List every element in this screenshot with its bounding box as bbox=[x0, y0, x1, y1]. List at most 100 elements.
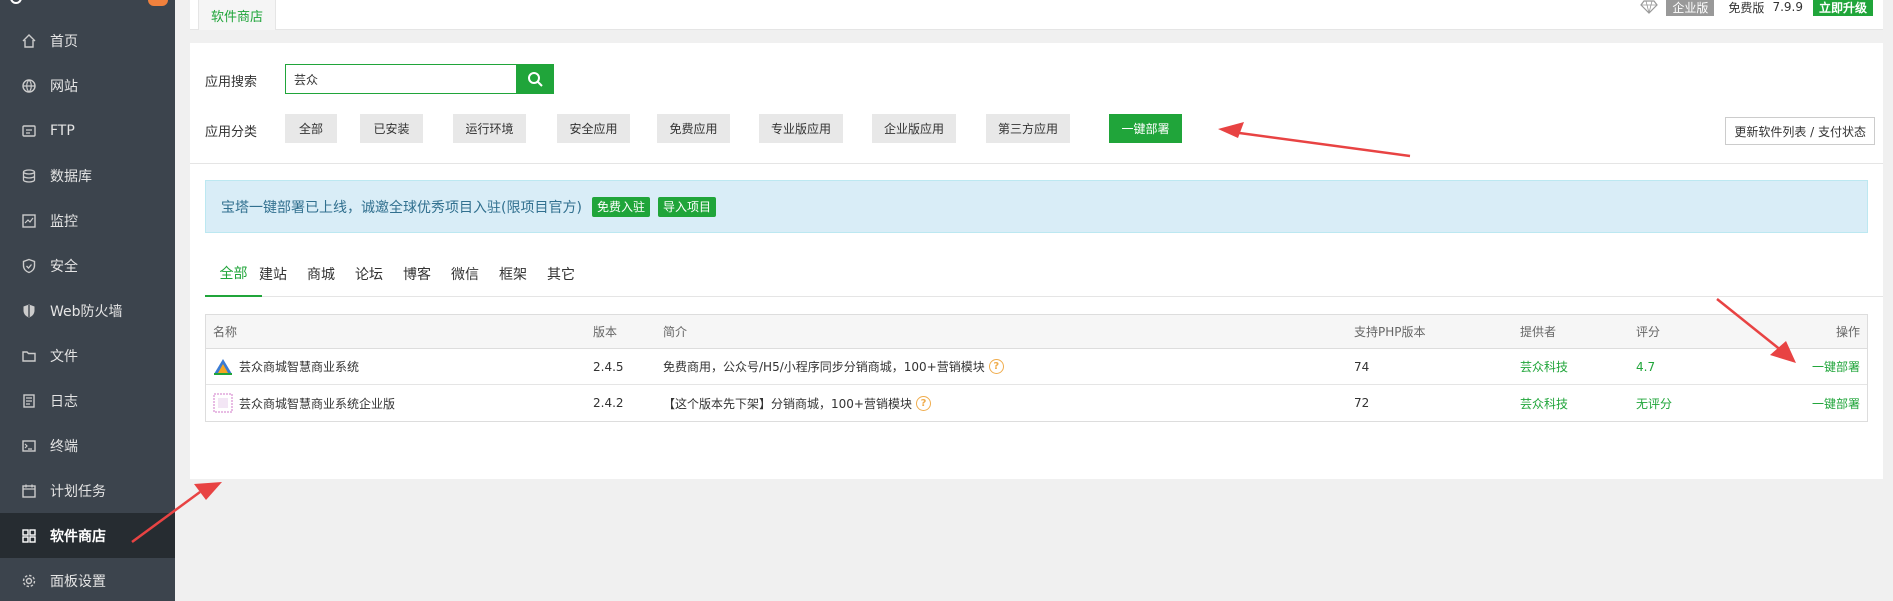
globe-icon bbox=[20, 77, 38, 95]
divider bbox=[190, 163, 1883, 164]
header-desc: 简介 bbox=[663, 325, 688, 339]
header-provider: 提供者 bbox=[1520, 325, 1557, 339]
gear-icon bbox=[20, 572, 38, 590]
sidebar-item-label: FTP bbox=[50, 122, 75, 139]
version-name: 免费版 bbox=[1728, 0, 1765, 15]
sidebar-item-2[interactable]: FTP bbox=[0, 108, 175, 153]
app-table: 名称 版本 简介 支持PHP版本 提供者 评分 操作 芸众商城智慧商业系统 2.4… bbox=[205, 314, 1868, 422]
sidebar-item-label: 终端 bbox=[50, 438, 78, 455]
app-logo-icon bbox=[213, 393, 233, 413]
tab-4[interactable]: 博客 bbox=[397, 251, 437, 297]
sidebar-item-label: 文件 bbox=[50, 348, 78, 365]
sidebar-item-label: 首页 bbox=[50, 33, 78, 50]
category-button-7[interactable]: 第三方应用 bbox=[986, 114, 1070, 143]
sidebar-item-12[interactable]: 面板设置 bbox=[0, 558, 175, 601]
update-list-button[interactable]: 更新软件列表 / 支付状态 bbox=[1725, 117, 1875, 145]
search-label: 应用搜索 bbox=[205, 75, 258, 90]
tab-1[interactable]: 建站 bbox=[253, 251, 293, 297]
category-button-1[interactable]: 已安装 bbox=[360, 114, 423, 143]
sidebar-item-0[interactable]: 首页 bbox=[0, 18, 175, 63]
category-button-3[interactable]: 安全应用 bbox=[557, 114, 630, 143]
header-version: 版本 bbox=[593, 325, 618, 339]
sidebar-item-label: 监控 bbox=[50, 213, 78, 230]
sidebar-item-1[interactable]: 网站 bbox=[0, 63, 175, 108]
app-logo-icon bbox=[213, 357, 233, 377]
category-button-6[interactable]: 企业版应用 bbox=[872, 114, 956, 143]
header-action: 操作 bbox=[1835, 325, 1860, 339]
sidebar-item-label: 软件商店 bbox=[50, 528, 106, 545]
tab-2[interactable]: 商城 bbox=[301, 251, 341, 297]
ftp-icon bbox=[20, 122, 38, 140]
table-row: 芸众商城智慧商业系统 2.4.5 免费商用，公众号/H5/小程序同步分销商城，100… bbox=[206, 349, 1867, 385]
app-provider-link[interactable]: 芸众科技 bbox=[1520, 349, 1568, 384]
sidebar-item-5[interactable]: 安全 bbox=[0, 243, 175, 288]
category-tabs: 全部 建站 商城 论坛 博客 微信 框架 其它 bbox=[205, 251, 1883, 297]
database-icon bbox=[20, 167, 38, 185]
tab-5[interactable]: 微信 bbox=[445, 251, 485, 297]
category-label: 应用分类 bbox=[205, 125, 258, 140]
sidebar-item-9[interactable]: 终端 bbox=[0, 423, 175, 468]
log-icon bbox=[20, 392, 38, 410]
monitor-icon bbox=[20, 212, 38, 230]
table-row: 芸众商城智慧商业系统企业版 2.4.2 【这个版本先下架】分销商城，100+营销模块… bbox=[206, 385, 1867, 421]
search-button[interactable] bbox=[516, 64, 554, 94]
app-name: 芸众商城智慧商业系统 bbox=[239, 360, 360, 374]
header-score: 评分 bbox=[1636, 325, 1661, 339]
table-header: 名称 版本 简介 支持PHP版本 提供者 评分 操作 bbox=[206, 315, 1867, 349]
category-button-4[interactable]: 免费应用 bbox=[657, 114, 730, 143]
home-icon bbox=[20, 32, 38, 50]
search-icon bbox=[528, 72, 543, 87]
version-number[interactable]: 7.9.9 bbox=[1772, 0, 1803, 14]
terminal-icon bbox=[20, 437, 38, 455]
notice-banner: 宝塔一键部署已上线，诚邀全球优秀项目入驻(限项目官方) 免费入驻 导入项目 bbox=[205, 180, 1868, 233]
help-icon[interactable]: ? bbox=[988, 359, 1004, 374]
shield-icon bbox=[20, 257, 38, 275]
annotation-arrow-deploy bbox=[1716, 298, 1796, 363]
app-desc: 【这个版本先下架】分销商城，100+营销模块 bbox=[663, 396, 912, 411]
app-score[interactable]: 4.7 bbox=[1636, 349, 1655, 384]
upgrade-button[interactable]: 立即升级 bbox=[1812, 0, 1873, 16]
category-button-0[interactable]: 全部 bbox=[285, 114, 337, 143]
category-button-8[interactable]: 一键部署 bbox=[1109, 114, 1182, 143]
version-info: 企业版 免费版 7.9.9 立即升级 bbox=[1640, 0, 1873, 17]
app-provider-link[interactable]: 芸众科技 bbox=[1520, 385, 1568, 421]
import-project-button[interactable]: 导入项目 bbox=[657, 196, 716, 217]
sidebar-item-label: 安全 bbox=[50, 258, 78, 275]
sidebar-item-label: Web防火墙 bbox=[50, 303, 123, 320]
tab-6[interactable]: 框架 bbox=[493, 251, 533, 297]
sidebar-item-label: 日志 bbox=[50, 393, 78, 410]
annotation-arrow-category bbox=[1218, 122, 1411, 158]
app-php-version: 72 bbox=[1354, 396, 1370, 410]
sidebar-item-label: 数据库 bbox=[50, 168, 92, 185]
edition-badge[interactable]: 企业版 bbox=[1666, 0, 1715, 16]
sidebar-logo bbox=[0, 0, 175, 14]
app-version: 2.4.2 bbox=[593, 396, 624, 410]
main-panel: 应用搜索 应用分类 全部已安装 运行环境 安全应用免费应用专业版应用企业版应用 第三方… bbox=[190, 43, 1883, 479]
app-php-version: 74 bbox=[1354, 359, 1370, 374]
help-icon[interactable]: ? bbox=[915, 395, 931, 411]
notification-badge[interactable] bbox=[148, 0, 168, 6]
calendar-icon bbox=[20, 482, 38, 500]
free-join-button[interactable]: 免费入驻 bbox=[591, 196, 650, 217]
sidebar-item-3[interactable]: 数据库 bbox=[0, 153, 175, 198]
sidebar-item-7[interactable]: 文件 bbox=[0, 333, 175, 378]
one-click-deploy-button[interactable]: 一键部署 bbox=[1812, 385, 1860, 421]
tab-3[interactable]: 论坛 bbox=[349, 251, 389, 297]
tab-7[interactable]: 其它 bbox=[541, 251, 581, 297]
notice-text: 宝塔一键部署已上线，诚邀全球优秀项目入驻(限项目官方) bbox=[221, 199, 582, 216]
category-button-2[interactable]: 运行环境 bbox=[453, 114, 526, 143]
one-click-deploy-button[interactable]: 一键部署 bbox=[1812, 349, 1860, 384]
sidebar-item-6[interactable]: Web防火墙 bbox=[0, 288, 175, 333]
app-desc: 免费商用，公众号/H5/小程序同步分销商城，100+营销模块 bbox=[663, 360, 985, 374]
category-button-5[interactable]: 专业版应用 bbox=[759, 114, 843, 143]
sidebar-item-4[interactable]: 监控 bbox=[0, 198, 175, 243]
diamond-icon bbox=[1640, 0, 1662, 15]
grid-icon bbox=[20, 527, 38, 545]
sidebar-item-8[interactable]: 日志 bbox=[0, 378, 175, 423]
annotation-arrow-sidebar bbox=[131, 482, 222, 544]
top-bar: 软件商店 企业版 免费版 7.9.9 立即升级 bbox=[190, 0, 1883, 30]
search-input[interactable] bbox=[285, 64, 517, 94]
tab-software-store[interactable]: 软件商店 bbox=[198, 0, 277, 30]
app-score[interactable]: 无评分 bbox=[1636, 385, 1672, 421]
sidebar-item-label: 网站 bbox=[50, 78, 78, 95]
